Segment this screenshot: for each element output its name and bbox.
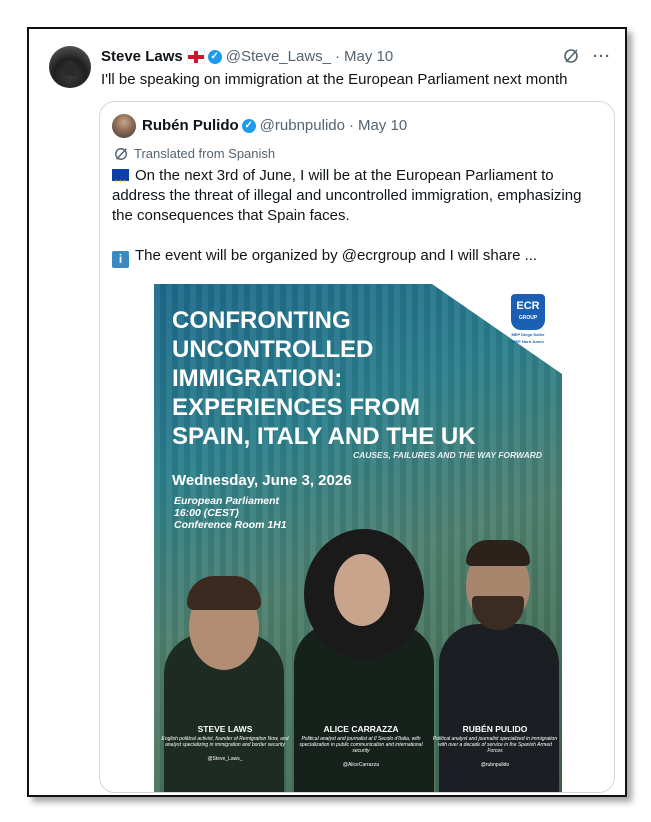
translated-text: Translated from Spanish: [134, 146, 276, 161]
event-poster-image[interactable]: ECR GROUP MEP Diego Solier MEP Nora Junc…: [154, 284, 562, 792]
speaker-name: ALICE CARRAZZA: [323, 724, 399, 734]
speaker-name: RUBÉN PULIDO: [462, 724, 528, 734]
speaker-steve: STEVE LAWS English political activist, f…: [160, 724, 290, 762]
poster-title-line: IMMIGRATION:: [172, 365, 343, 392]
speaker-desc: Political analyst and journalist at Il S…: [299, 736, 423, 754]
translate-icon: [115, 147, 127, 160]
quoted-author-avatar[interactable]: [112, 114, 136, 138]
poster-title-line: SPAIN, ITALY AND THE UK: [172, 423, 476, 450]
speaker-desc: Political analyst and journalist special…: [432, 736, 558, 754]
translated-label: Translated from Spanish: [114, 146, 275, 161]
poster-title-line: EXPERIENCES FROM: [172, 394, 421, 421]
quoted-tweet[interactable]: Rubén Pulido ✓ @rubnpulido · May 10 Tran…: [99, 101, 615, 793]
info-icon: i: [112, 251, 129, 268]
speaker-handle: @rubnpulido: [480, 762, 510, 768]
separator: ·: [335, 48, 341, 65]
quoted-paragraph-2: i The event will be organized by @ecrgrou…: [112, 246, 602, 268]
verified-badge-icon[interactable]: ✓: [207, 49, 222, 64]
quoted-body: On the next 3rd of June, I will be at th…: [112, 166, 602, 288]
tweet-actions: ···: [563, 48, 611, 65]
tweet-text: I'll be speaking on immigration at the E…: [101, 71, 568, 88]
tweet-header: Steve Laws ✓ @Steve_Laws_ · May 10: [101, 48, 393, 65]
speaker-name: STEVE LAWS: [197, 724, 253, 734]
separator: ·: [348, 117, 354, 134]
speaker-desc: English political activist, founder of R…: [161, 736, 289, 748]
poster-place-line: Conference Room 1H1: [174, 519, 287, 531]
england-flag-icon: [186, 49, 205, 64]
quoted-author-handle[interactable]: @rubnpulido: [260, 117, 345, 134]
quoted-paragraph-1: On the next 3rd of June, I will be at th…: [112, 166, 602, 226]
quoted-date[interactable]: May 10: [358, 117, 407, 134]
eu-flag-icon: [112, 169, 129, 192]
author-name[interactable]: Steve Laws: [101, 48, 183, 65]
poster-title-line: CONFRONTING: [172, 307, 351, 334]
tweet-card: Steve Laws ✓ @Steve_Laws_ · May 10 ··· I…: [27, 27, 627, 797]
tweet-date[interactable]: May 10: [344, 48, 393, 65]
speaker-handle: @Steve_Laws_: [207, 756, 243, 762]
author-handle[interactable]: @Steve_Laws_: [226, 48, 331, 65]
more-icon[interactable]: ···: [593, 48, 611, 65]
grok-icon[interactable]: [563, 48, 579, 64]
poster-place-line: European Parliament: [174, 495, 280, 507]
verified-badge-icon[interactable]: ✓: [241, 118, 256, 133]
quoted-author-name[interactable]: Rubén Pulido: [142, 117, 239, 134]
quoted-paragraph-2-text: The event will be organized by @ecrgroup…: [135, 247, 538, 264]
speaker-ruben: RUBÉN PULIDO Political analyst and journ…: [430, 724, 560, 768]
poster-title: CONFRONTING UNCONTROLLED IMMIGRATION: EX…: [172, 306, 542, 451]
quoted-header: Rubén Pulido ✓ @rubnpulido · May 10: [142, 117, 407, 134]
author-avatar[interactable]: [49, 46, 91, 88]
speaker-alice: ALICE CARRAZZA Political analyst and jou…: [296, 724, 426, 768]
poster-date: Wednesday, June 3, 2026: [172, 472, 352, 489]
speaker-handle: @AliceCarrazza: [342, 762, 380, 768]
poster-place: European Parliament 16:00 (CEST) Confere…: [174, 495, 287, 531]
poster-subtitle: CAUSES, FAILURES AND THE WAY FORWARD: [352, 450, 542, 460]
quoted-paragraph-1-text: On the next 3rd of June, I will be at th…: [112, 167, 582, 224]
poster-title-line: UNCONTROLLED: [172, 336, 374, 363]
poster-place-line: 16:00 (CEST): [174, 507, 239, 519]
